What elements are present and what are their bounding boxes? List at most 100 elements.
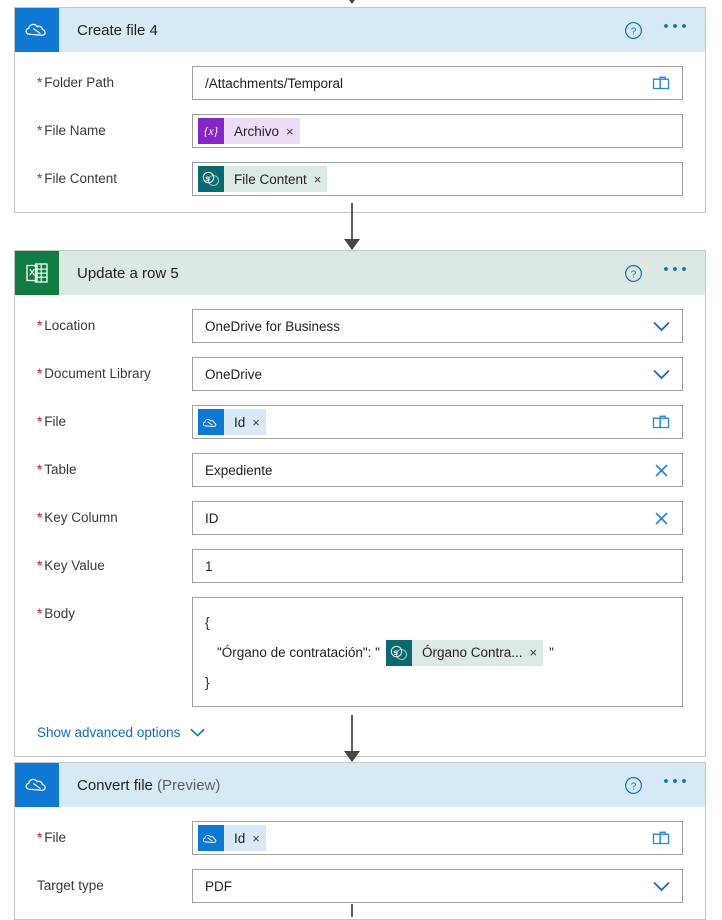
- token-remove-icon[interactable]: ×: [314, 172, 322, 187]
- target-type-dropdown[interactable]: PDF: [192, 869, 683, 903]
- json-line-close: }: [205, 668, 670, 698]
- chevron-down-icon[interactable]: [648, 368, 674, 381]
- token-remove-icon[interactable]: ×: [252, 831, 260, 846]
- convert-file-input[interactable]: Id ×: [192, 821, 683, 855]
- token-remove-icon[interactable]: ×: [252, 415, 260, 430]
- card-header[interactable]: X Update a row 5 ?: [15, 251, 705, 295]
- action-card-convert-file[interactable]: Convert file (Preview) ? * File Id × Tar…: [14, 762, 706, 920]
- field-folder-path: * Folder Path /Attachments/Temporal: [37, 66, 683, 100]
- connector-create-to-update: [344, 203, 360, 250]
- card-title-suffix: (Preview): [157, 776, 221, 794]
- field-label: * Key Column: [37, 501, 192, 526]
- field-body: * Body { "Órgano de contratación": " s Ó…: [37, 597, 683, 707]
- connector-line: [351, 203, 353, 240]
- card-header[interactable]: Convert file (Preview) ?: [15, 763, 705, 807]
- token-chip-file-content[interactable]: s File Content ×: [198, 166, 328, 192]
- file-input[interactable]: Id ×: [192, 405, 683, 439]
- token-label-text: Id: [234, 830, 246, 846]
- key-value-input[interactable]: 1: [192, 549, 683, 583]
- more-options-icon[interactable]: [663, 777, 687, 793]
- field-target-type: Target type PDF: [37, 869, 683, 903]
- folder-picker-icon[interactable]: [648, 830, 674, 846]
- card-title-text: Update a row 5: [77, 264, 179, 282]
- key-column-input[interactable]: ID: [192, 501, 683, 535]
- field-label: * Body: [37, 597, 192, 622]
- field-file-name: * File Name {x} Archivo ×: [37, 114, 683, 148]
- field-label: * File: [37, 821, 192, 846]
- field-label-text: File Content: [44, 171, 118, 186]
- field-value: Expediente: [205, 462, 273, 478]
- field-label: * Folder Path: [37, 66, 192, 91]
- excel-icon: X: [15, 251, 59, 295]
- json-text: "Órgano de contratación": ": [217, 645, 380, 660]
- sharepoint-icon: s: [385, 640, 412, 666]
- token-label: Órgano Contra... ×: [411, 638, 544, 668]
- json-line-open: {: [205, 608, 670, 638]
- svg-text:s: s: [393, 647, 398, 657]
- token-label-text: Id: [234, 414, 246, 430]
- onedrive-icon: [198, 825, 224, 851]
- required-asterisk: *: [37, 318, 43, 333]
- required-asterisk: *: [37, 510, 43, 525]
- folder-picker-icon[interactable]: [648, 414, 674, 430]
- token-remove-icon[interactable]: ×: [530, 638, 538, 668]
- clear-icon[interactable]: [648, 510, 674, 527]
- token-chip-id[interactable]: Id ×: [198, 825, 266, 851]
- help-icon[interactable]: ?: [624, 264, 643, 283]
- more-options-icon[interactable]: [663, 22, 687, 38]
- svg-text:s: s: [205, 173, 210, 183]
- chevron-down-icon[interactable]: [648, 880, 674, 893]
- field-label-text: Body: [44, 606, 76, 621]
- token-chip-archivo[interactable]: {x} Archivo ×: [198, 118, 300, 144]
- field-value: 1: [205, 558, 213, 574]
- field-document-library: * Document Library OneDrive: [37, 357, 683, 391]
- arrow-head-icon: [344, 239, 360, 250]
- card-header[interactable]: Create file 4 ?: [15, 8, 705, 52]
- document-library-dropdown[interactable]: OneDrive: [192, 357, 683, 391]
- json-editor[interactable]: { "Órgano de contratación": " s Órgano C…: [193, 598, 682, 706]
- chevron-down-icon[interactable]: [648, 320, 674, 333]
- json-text: {: [205, 615, 210, 630]
- connector-line: [351, 715, 353, 752]
- location-dropdown[interactable]: OneDrive for Business: [192, 309, 683, 343]
- token-label: Id ×: [224, 825, 266, 851]
- svg-text:?: ?: [631, 269, 637, 280]
- action-card-update-a-row-5[interactable]: X Update a row 5 ? * Location OneDrive f…: [14, 250, 706, 757]
- folder-path-input[interactable]: /Attachments/Temporal: [192, 66, 683, 100]
- field-label-text: Key Value: [44, 558, 105, 573]
- field-value: OneDrive: [205, 366, 263, 382]
- required-asterisk: *: [37, 75, 43, 90]
- svg-text:X: X: [29, 268, 36, 279]
- more-options-icon[interactable]: [663, 265, 687, 281]
- connector-bottom: [345, 904, 359, 917]
- table-input[interactable]: Expediente: [192, 453, 683, 487]
- onedrive-icon: [15, 763, 59, 807]
- required-asterisk: *: [37, 830, 43, 845]
- help-icon[interactable]: ?: [624, 21, 643, 40]
- field-label: * Key Value: [37, 549, 192, 574]
- connector-update-to-convert: [344, 715, 360, 762]
- body-json-input[interactable]: { "Órgano de contratación": " s Órgano C…: [192, 597, 683, 707]
- field-table: * Table Expediente: [37, 453, 683, 487]
- required-asterisk: *: [37, 171, 43, 186]
- file-content-input[interactable]: s File Content ×: [192, 162, 683, 196]
- field-convert-file-input: * File Id ×: [37, 821, 683, 855]
- card-title-text: Create file 4: [77, 21, 158, 39]
- token-chip-id[interactable]: Id ×: [198, 409, 266, 435]
- token-remove-icon[interactable]: ×: [286, 124, 294, 139]
- show-advanced-options-link[interactable]: Show advanced options: [37, 725, 206, 740]
- field-value: PDF: [205, 878, 232, 894]
- file-name-input[interactable]: {x} Archivo ×: [192, 114, 683, 148]
- folder-picker-icon[interactable]: [648, 75, 674, 91]
- sharepoint-icon: s: [198, 166, 224, 192]
- required-asterisk: *: [37, 366, 43, 381]
- clear-icon[interactable]: [648, 462, 674, 479]
- required-asterisk: *: [37, 462, 43, 477]
- field-location: * Location OneDrive for Business: [37, 309, 683, 343]
- field-label: * File Name: [37, 114, 192, 139]
- action-card-create-file-4[interactable]: Create file 4 ? * Folder Path /Attachmen…: [14, 7, 706, 213]
- field-value: ID: [205, 510, 219, 526]
- field-label-text: File Name: [44, 123, 106, 138]
- token-chip-organo-contratacion[interactable]: s Órgano Contra... ×: [385, 638, 544, 668]
- help-icon[interactable]: ?: [624, 776, 643, 795]
